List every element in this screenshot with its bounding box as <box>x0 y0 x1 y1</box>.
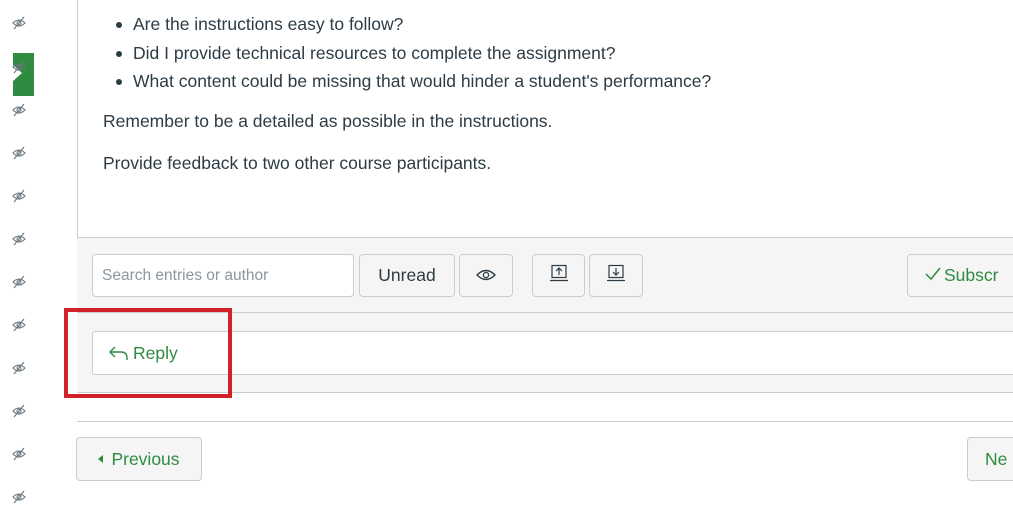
list-item: What content could be missing that would… <box>113 67 711 96</box>
hidden-eye-icon <box>11 188 27 204</box>
collapse-up-icon <box>549 264 569 287</box>
divider <box>77 421 1013 422</box>
discussion-page: Are the instructions easy to follow? Did… <box>0 0 1013 509</box>
mark-read-button[interactable] <box>459 254 513 297</box>
hidden-eye-icon <box>11 360 27 376</box>
subscribe-label: Subscr <box>944 265 999 285</box>
list-item: Did I provide technical resources to com… <box>113 39 711 68</box>
instructions-list: Are the instructions easy to follow? Did… <box>113 10 711 96</box>
paragraph-reminder: Remember to be a detailed as possible in… <box>103 111 553 131</box>
checkmark-icon <box>925 265 941 286</box>
reply-label: Reply <box>133 342 178 363</box>
hidden-eye-icon <box>11 231 27 247</box>
paragraph-feedback: Provide feedback to two other course par… <box>103 153 492 173</box>
hidden-eye-icon <box>11 145 27 161</box>
hidden-eye-icon <box>11 403 27 419</box>
hidden-eye-icon <box>11 446 27 462</box>
hidden-eye-icon <box>11 102 27 118</box>
search-input[interactable] <box>92 254 354 297</box>
hidden-eye-icon <box>11 489 27 505</box>
previous-button[interactable]: Previous <box>76 437 202 481</box>
expand-down-icon <box>606 264 626 287</box>
subscribe-button[interactable]: Subscr <box>907 254 1013 297</box>
content-border <box>77 0 78 238</box>
collapse-threads-button[interactable] <box>532 254 585 297</box>
eye-icon <box>476 265 496 286</box>
caret-left-icon <box>98 455 104 463</box>
expand-threads-button[interactable] <box>589 254 643 297</box>
left-icon-column <box>0 0 40 509</box>
hidden-eye-icon <box>11 274 27 290</box>
hidden-eye-icon <box>11 59 27 75</box>
list-item: Are the instructions easy to follow? <box>113 10 711 39</box>
previous-label: Previous <box>111 448 180 469</box>
reply-arrow-icon <box>109 345 129 361</box>
hidden-eye-icon <box>11 317 27 333</box>
next-label: Ne <box>985 448 1008 469</box>
next-button[interactable]: Ne <box>967 437 1013 481</box>
hidden-eye-icon <box>11 15 27 31</box>
reply-button[interactable]: Reply <box>92 331 1013 375</box>
unread-button[interactable]: Unread <box>359 254 455 297</box>
